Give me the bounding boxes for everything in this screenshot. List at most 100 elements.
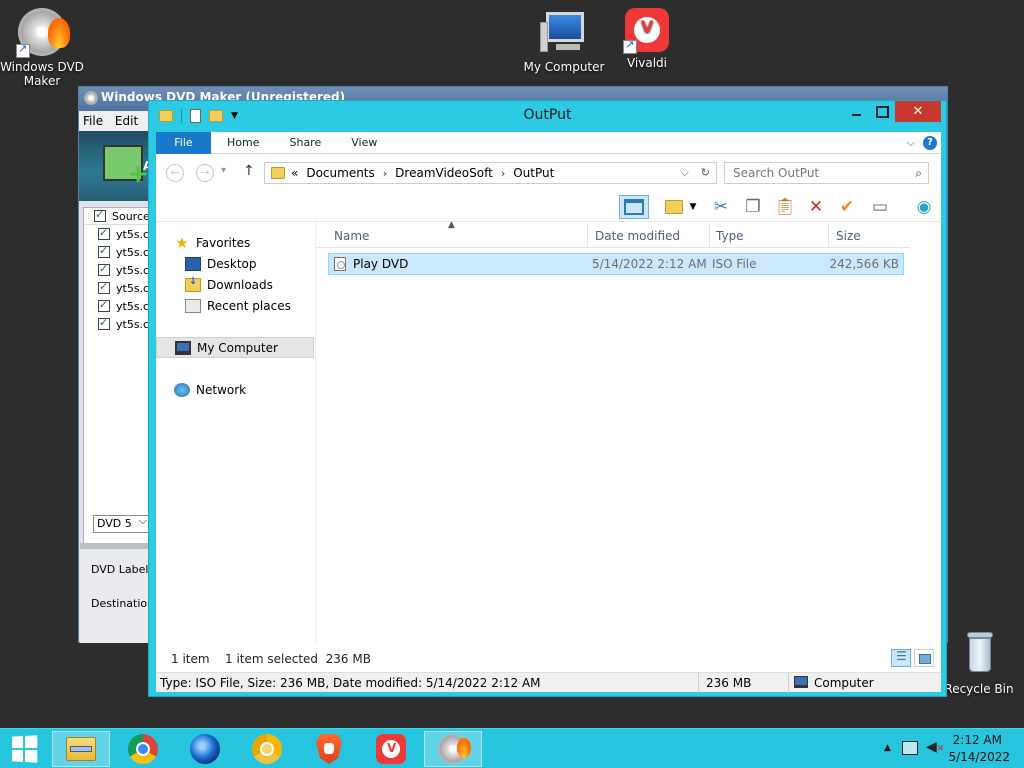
- item-checkbox[interactable]: [98, 226, 110, 240]
- recent-locations-icon[interactable]: ▾: [221, 165, 226, 176]
- minimize-button[interactable]: [843, 101, 869, 122]
- nav-my-computer[interactable]: My Computer: [156, 337, 314, 358]
- location-zone: Computer: [814, 676, 874, 690]
- table-row[interactable]: Play DVD 5/14/2022 2:12 AM ISO File 242,…: [328, 253, 904, 275]
- breadcrumb-dreamvideosoft[interactable]: DreamVideoSoft: [395, 166, 493, 180]
- clock-time[interactable]: 2:12 AM: [953, 733, 1002, 747]
- list-item[interactable]: yt5s.c: [84, 243, 154, 261]
- shell-icon[interactable]: ◉: [911, 195, 937, 219]
- nav-network[interactable]: Network: [174, 379, 332, 400]
- details-status-bar: Type: ISO File, Size: 236 MB, Date modif…: [156, 672, 941, 693]
- item-checkbox[interactable]: [98, 262, 110, 276]
- back-button[interactable]: ←: [166, 164, 184, 182]
- list-item[interactable]: yt5s.c: [84, 225, 154, 243]
- taskbar-vivaldi[interactable]: V: [362, 731, 420, 767]
- details-view-button[interactable]: [891, 649, 911, 667]
- desktop-icon-recycle-bin[interactable]: Recycle Bin: [937, 630, 1021, 696]
- navigation-pane: ★ Favorites Desktop Downloads Recent pla…: [156, 222, 315, 644]
- breadcrumb-output[interactable]: OutPut: [513, 166, 554, 180]
- nav-desktop-label: Desktop: [207, 256, 257, 271]
- forward-button[interactable]: →: [196, 164, 214, 182]
- shortcut-arrow-icon: [16, 42, 30, 58]
- taskbar-chromium[interactable]: [238, 731, 296, 767]
- column-date-modified[interactable]: Date modified: [595, 229, 680, 243]
- tab-share[interactable]: Share: [273, 136, 335, 149]
- item-checkbox[interactable]: [98, 316, 110, 330]
- paste-icon[interactable]: 📋︎: [772, 195, 798, 219]
- menu-file[interactable]: File: [83, 114, 103, 128]
- options-dropdown-icon[interactable]: ▼: [686, 195, 700, 219]
- list-item[interactable]: yt5s.c: [84, 261, 154, 279]
- delete-icon[interactable]: ✕: [803, 195, 829, 219]
- network-icon: [174, 382, 190, 397]
- tab-view[interactable]: View: [335, 136, 391, 149]
- ribbon-tabs: File Home Share View ⌵ ?: [156, 131, 941, 154]
- start-button[interactable]: [0, 729, 48, 768]
- address-overflow[interactable]: «: [291, 166, 298, 180]
- tab-home[interactable]: Home: [211, 136, 273, 149]
- volume-muted-icon[interactable]: ◀✕: [926, 739, 944, 755]
- file-name[interactable]: Play DVD: [353, 257, 408, 271]
- desktop-icon-dvd-maker[interactable]: Windows DVD Maker: [0, 8, 84, 88]
- folder-options-button[interactable]: [661, 195, 687, 219]
- cut-icon[interactable]: ✂: [708, 195, 734, 219]
- breadcrumb-documents[interactable]: Documents: [306, 166, 374, 180]
- close-button[interactable]: ✕: [895, 101, 941, 122]
- copy-icon[interactable]: ❐: [740, 195, 766, 219]
- desktop-icon-my-computer[interactable]: My Computer: [522, 8, 606, 74]
- search-icon[interactable]: ⌕: [915, 166, 922, 181]
- source-header[interactable]: Source: [84, 208, 154, 225]
- address-bar[interactable]: « Documents › DreamVideoSoft › OutPut ⌵ …: [264, 162, 717, 184]
- check-icon[interactable]: ✔: [834, 195, 860, 219]
- list-item[interactable]: yt5s.c: [84, 279, 154, 297]
- taskbar-firefox[interactable]: [176, 731, 234, 767]
- help-icon[interactable]: ?: [923, 135, 937, 150]
- desktop-icon: [185, 256, 201, 271]
- list-item[interactable]: yt5s.c: [84, 315, 154, 333]
- rename-icon[interactable]: ▭: [867, 195, 893, 219]
- add-media-icon[interactable]: [103, 145, 149, 189]
- desktop-icon-label: Windows DVD Maker: [0, 60, 84, 88]
- item-checkbox[interactable]: [98, 298, 110, 312]
- clock-date[interactable]: 5/14/2022: [948, 750, 1010, 764]
- address-dropdown-icon[interactable]: ⌵: [680, 166, 688, 180]
- disc-type-select[interactable]: DVD 5: [93, 514, 151, 533]
- vivaldi-icon: V: [376, 734, 406, 764]
- chevron-right-icon[interactable]: ›: [501, 167, 505, 180]
- taskbar-chrome[interactable]: [114, 731, 172, 767]
- network-status-icon[interactable]: [902, 741, 918, 755]
- source-header-label: Source: [112, 209, 150, 223]
- vivaldi-icon: V: [623, 8, 669, 54]
- item-checkbox[interactable]: [98, 244, 110, 258]
- sort-ascending-icon: ▲: [448, 220, 455, 230]
- large-icons-view-button[interactable]: [914, 649, 934, 667]
- search-input[interactable]: Search OutPut ⌕: [724, 162, 929, 184]
- taskbar: V ▲ ◀✕ 2:12 AM 5/14/2022: [0, 728, 1024, 768]
- show-hidden-icons-icon[interactable]: ▲: [884, 743, 891, 753]
- dvd-label-caption: DVD Label: [91, 563, 149, 576]
- column-size[interactable]: Size: [836, 229, 861, 243]
- up-button[interactable]: ↑: [243, 163, 255, 179]
- list-item[interactable]: yt5s.c: [84, 297, 154, 315]
- column-name[interactable]: Name: [334, 229, 369, 243]
- preview-pane-button[interactable]: [619, 195, 649, 219]
- item-checkbox[interactable]: [98, 280, 110, 294]
- tab-file[interactable]: File: [156, 131, 211, 154]
- taskbar-brave[interactable]: [300, 731, 358, 767]
- taskbar-file-explorer[interactable]: [52, 731, 110, 767]
- expand-ribbon-icon[interactable]: ⌵: [907, 136, 915, 150]
- maximize-button[interactable]: [869, 101, 895, 122]
- select-all-checkbox[interactable]: [94, 208, 106, 222]
- menu-edit[interactable]: Edit: [115, 114, 138, 128]
- windows-logo-icon: [12, 735, 38, 763]
- column-type[interactable]: Type: [716, 229, 744, 243]
- selected-size: 236 MB: [706, 676, 752, 690]
- explorer-window[interactable]: ▼ OutPut ✕ File Home Share View ⌵ ? ← → …: [148, 100, 947, 697]
- taskbar-dvd-maker[interactable]: [424, 731, 482, 767]
- refresh-icon[interactable]: ↻: [701, 166, 710, 180]
- nav-favorites[interactable]: ★ Favorites: [174, 232, 332, 253]
- file-explorer-icon: [66, 737, 96, 761]
- chevron-right-icon[interactable]: ›: [383, 167, 387, 180]
- explorer-titlebar[interactable]: ▼ OutPut ✕: [149, 101, 946, 131]
- desktop-icon-vivaldi[interactable]: V Vivaldi: [605, 8, 689, 70]
